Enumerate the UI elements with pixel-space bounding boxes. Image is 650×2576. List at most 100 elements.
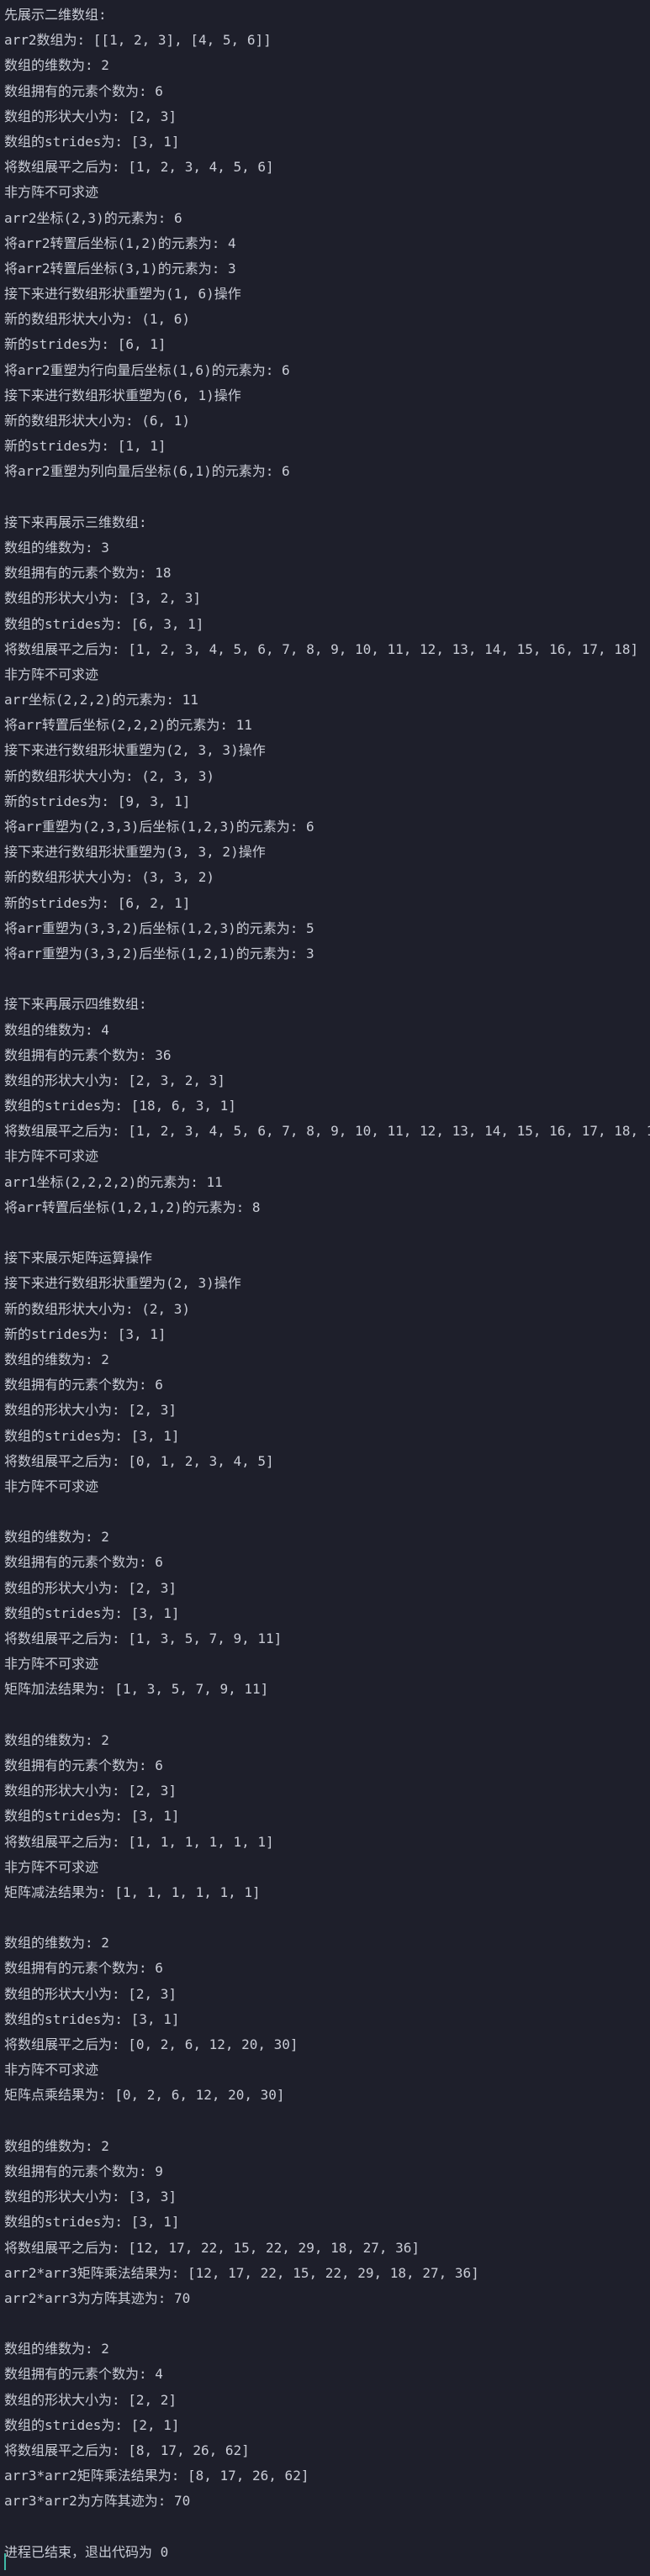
console-line: 数组的形状大小为: [2, 3]	[4, 1985, 177, 2002]
console-line: 新的strides为: [6, 2, 1]	[4, 894, 191, 911]
console-line: 将arr2重塑为行向量后坐标(1,6)的元素为: 6	[4, 361, 290, 378]
console-lines: 先展示二维数组: arr2数组为: [[1, 2, 3], [4, 5, 6]] 数…	[4, 3, 650, 2540]
console-line: 数组的strides为: [18, 6, 3, 1]	[4, 1098, 236, 1114]
console-line: 将arr2转置后坐标(3,1)的元素为: 3	[4, 260, 236, 277]
console-line: 数组拥有的元素个数为: 6	[4, 82, 163, 99]
console-line: 数组的strides为: [3, 1]	[4, 2010, 180, 2027]
console-line: 数组的strides为: [3, 1]	[4, 2214, 180, 2231]
console-line: 数组的形状大小为: [2, 3]	[4, 1402, 177, 1419]
console-line: 非方阵不可求迹	[4, 1656, 99, 1673]
console-line: 接下来展示矩阵运算操作	[4, 1250, 153, 1267]
console-line: 数组的维数为: 2	[4, 1935, 109, 1952]
console-line: 将arr重塑为(2,3,3)后坐标(1,2,3)的元素为: 6	[4, 819, 314, 835]
console-line: 数组的形状大小为: [3, 2, 3]	[4, 590, 201, 607]
console-line: 接下来进行数组形状重塑为(2, 3, 3)操作	[4, 742, 266, 759]
console-line: 将数组展平之后为: [0, 2, 6, 12, 20, 30]	[4, 2036, 299, 2052]
console-line: 数组拥有的元素个数为: 18	[4, 565, 172, 582]
console-line: 将arr转置后坐标(1,2,1,2)的元素为: 8	[4, 1198, 261, 1215]
console-line: 数组的形状大小为: [2, 3]	[4, 108, 177, 124]
console-line: 接下来进行数组形状重塑为(2, 3)操作	[4, 1275, 241, 1292]
console-line: 将arr重塑为(3,3,2)后坐标(1,2,3)的元素为: 5	[4, 919, 314, 936]
console-line: 接下来进行数组形状重塑为(1, 6)操作	[4, 286, 241, 303]
console-line: 矩阵减法结果为: [1, 1, 1, 1, 1, 1]	[4, 1883, 261, 1900]
console-line: 数组的维数为: 2	[4, 2341, 109, 2357]
console-line: 将数组展平之后为: [1, 3, 5, 7, 9, 11]	[4, 1630, 283, 1646]
console-line: 将arr转置后坐标(2,2,2)的元素为: 11	[4, 717, 252, 734]
console-line: 数组拥有的元素个数为: 4	[4, 2366, 163, 2383]
console-line: 将arr2重塑为列向量后坐标(6,1)的元素为: 6	[4, 463, 290, 480]
console-line: 新的strides为: [1, 1]	[4, 438, 166, 455]
console-line: 数组的维数为: 2	[4, 57, 109, 74]
console-line: arr坐标(2,2,2)的元素为: 11	[4, 692, 198, 709]
console-line: arr3*arr2为方阵其迹为: 70	[4, 2493, 191, 2510]
console-line: 矩阵点乘结果为: [0, 2, 6, 12, 20, 30]	[4, 2087, 285, 2104]
console-line: arr2坐标(2,3)的元素为: 6	[4, 209, 182, 226]
console-line: 非方阵不可求迹	[4, 1148, 99, 1165]
console-line: 数组的strides为: [6, 3, 1]	[4, 615, 204, 632]
console-line: 将arr重塑为(3,3,2)后坐标(1,2,1)的元素为: 3	[4, 945, 314, 961]
console-line: 数组拥有的元素个数为: 6	[4, 1960, 163, 1977]
console-output: 先展示二维数组: arr2数组为: [[1, 2, 3], [4, 5, 6]] 数…	[4, 3, 650, 2565]
console-line: 接下来再展示三维数组:	[4, 514, 147, 530]
console-line: arr1坐标(2,2,2,2)的元素为: 11	[4, 1173, 223, 1190]
console-line: 数组的strides为: [3, 1]	[4, 1427, 180, 1444]
exit-status-line: 进程已结束，退出代码为 0	[4, 2543, 169, 2560]
console-line: 非方阵不可求迹	[4, 666, 99, 682]
console-line: 数组的strides为: [3, 1]	[4, 1604, 180, 1621]
console-line: 将数组展平之后为: [8, 17, 26, 62]	[4, 2442, 250, 2458]
console-line: 接下来再展示四维数组:	[4, 996, 147, 1013]
console-line: 数组拥有的元素个数为: 6	[4, 1757, 163, 1773]
console-line: 新的数组形状大小为: (6, 1)	[4, 413, 191, 429]
console-line: 数组的strides为: [2, 1]	[4, 2416, 180, 2433]
run-console[interactable]: 先展示二维数组: arr2数组为: [[1, 2, 3], [4, 5, 6]] 数…	[0, 0, 650, 2576]
console-line: 新的strides为: [3, 1]	[4, 1325, 166, 1342]
console-line: 新的strides为: [9, 3, 1]	[4, 793, 191, 809]
console-line: arr2*arr3矩阵乘法结果为: [12, 17, 22, 15, 22, 2…	[4, 2264, 479, 2281]
console-line: 接下来进行数组形状重塑为(6, 1)操作	[4, 387, 241, 403]
console-line: 矩阵加法结果为: [1, 3, 5, 7, 9, 11]	[4, 1681, 269, 1698]
console-line: 将数组展平之后为: [1, 2, 3, 4, 5, 6, 7, 8, 9, 10…	[4, 640, 639, 657]
console-line: 数组的strides为: [3, 1]	[4, 1808, 180, 1825]
console-line: 数组的形状大小为: [2, 2]	[4, 2391, 177, 2408]
console-line: arr2*arr3为方阵其迹为: 70	[4, 2289, 191, 2306]
console-line: 数组的维数为: 2	[4, 1351, 109, 1367]
console-line: 数组的维数为: 2	[4, 1529, 109, 1546]
console-line: 将数组展平之后为: [12, 17, 22, 15, 22, 29, 18, 2…	[4, 2239, 420, 2256]
console-line: 非方阵不可求迹	[4, 2062, 99, 2078]
console-line: 新的strides为: [6, 1]	[4, 336, 166, 353]
console-line: 接下来进行数组形状重塑为(3, 3, 2)操作	[4, 844, 266, 861]
console-line: 数组的维数为: 2	[4, 1731, 109, 1748]
console-line: 将arr2转置后坐标(1,2)的元素为: 4	[4, 234, 236, 251]
console-line: 将数组展平之后为: [1, 1, 1, 1, 1, 1]	[4, 1833, 274, 1850]
console-line: 新的数组形状大小为: (2, 3, 3)	[4, 767, 214, 784]
console-line: 数组的形状大小为: [2, 3]	[4, 1579, 177, 1596]
console-line: 非方阵不可求迹	[4, 184, 99, 201]
console-line: 数组拥有的元素个数为: 6	[4, 1377, 163, 1393]
console-line: 数组拥有的元素个数为: 9	[4, 2162, 163, 2179]
console-line: 新的数组形状大小为: (1, 6)	[4, 311, 191, 328]
console-line: 数组的维数为: 3	[4, 539, 109, 556]
console-line: 数组的形状大小为: [3, 3]	[4, 2189, 177, 2205]
console-line: 新的数组形状大小为: (2, 3)	[4, 1300, 191, 1317]
console-line: 数组的维数为: 2	[4, 2137, 109, 2154]
console-line: 将数组展平之后为: [0, 1, 2, 3, 4, 5]	[4, 1452, 274, 1469]
console-line: arr3*arr2矩阵乘法结果为: [8, 17, 26, 62]	[4, 2468, 309, 2484]
console-line: 非方阵不可求迹	[4, 1478, 99, 1494]
console-line: 将数组展平之后为: [1, 2, 3, 4, 5, 6]	[4, 159, 274, 176]
console-line: 数组的strides为: [3, 1]	[4, 133, 180, 150]
console-line: 数组的形状大小为: [2, 3]	[4, 1783, 177, 1799]
console-line: 数组的形状大小为: [2, 3, 2, 3]	[4, 1072, 225, 1088]
console-line: 先展示二维数组:	[4, 7, 107, 23]
console-line: 数组拥有的元素个数为: 36	[4, 1046, 172, 1063]
console-line: arr2数组为: [[1, 2, 3], [4, 5, 6]]	[4, 32, 272, 49]
console-line: 将数组展平之后为: [1, 2, 3, 4, 5, 6, 7, 8, 9, 10…	[4, 1123, 650, 1140]
text-cursor	[4, 2553, 6, 2570]
